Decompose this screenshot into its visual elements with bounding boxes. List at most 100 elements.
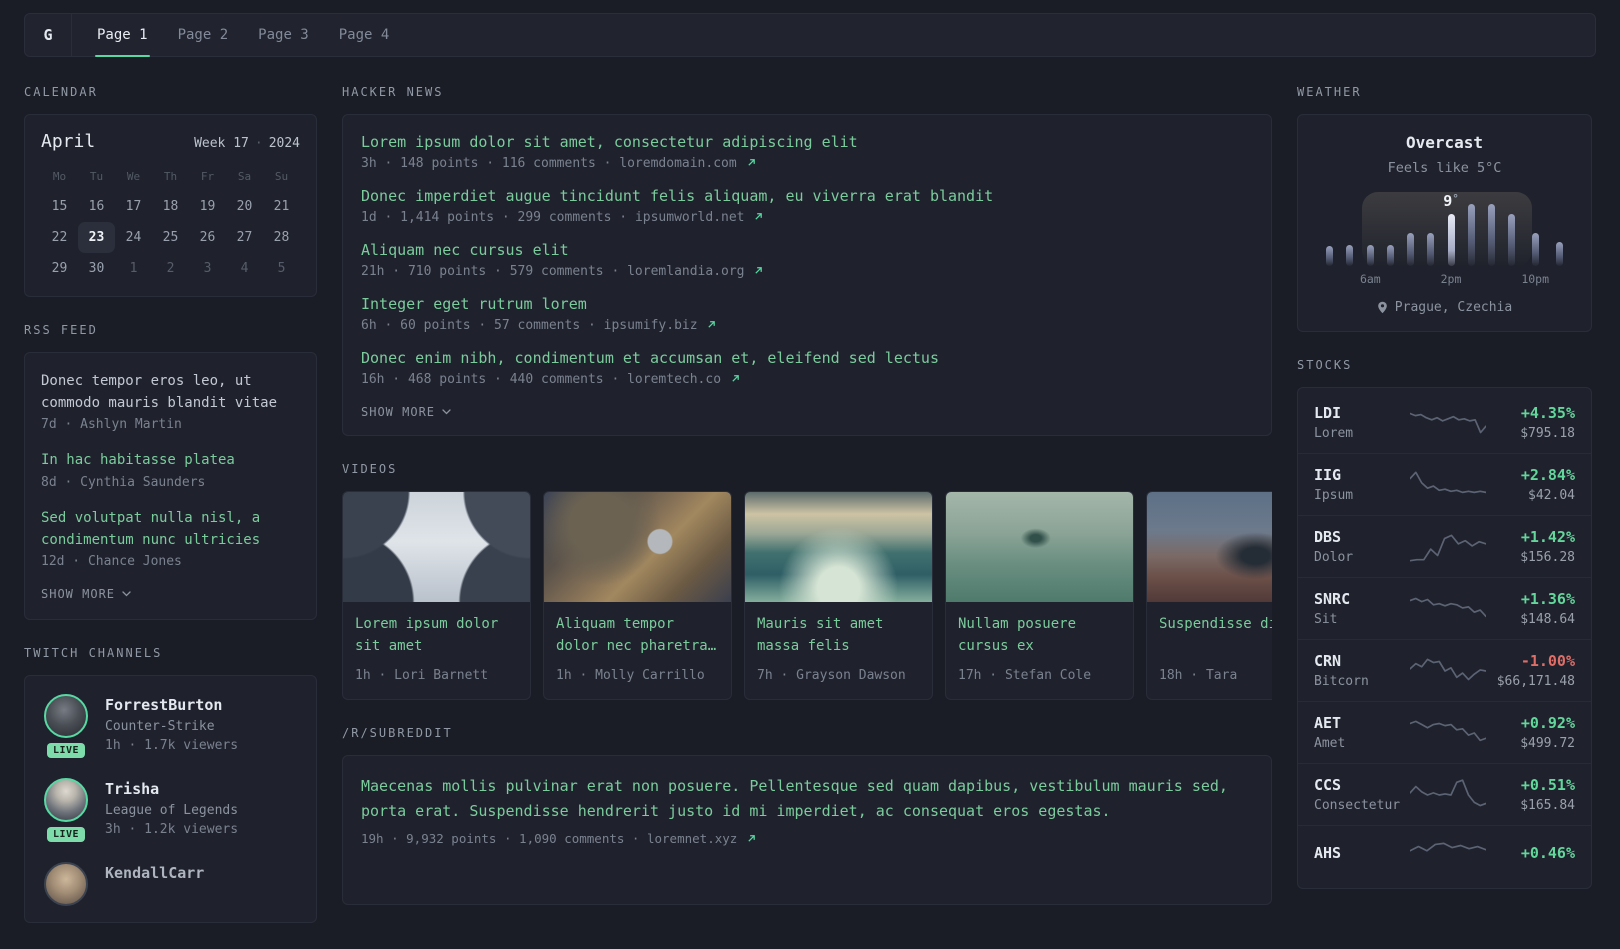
calendar-day: 28: [273, 230, 290, 245]
twitch-channel-row[interactable]: LIVE ForrestBurton Counter-Strike 1h · 1…: [41, 694, 300, 759]
twitch-heading: TWITCH CHANNELS: [24, 646, 163, 661]
calendar-day: 2: [166, 261, 175, 276]
stock-change: +0.46%: [1520, 844, 1575, 862]
reddit-card: Maecenas mollis pulvinar erat non posuer…: [342, 755, 1272, 905]
twitch-channel-row[interactable]: LIVE Trisha League of Legends 3h · 1.2k …: [41, 778, 300, 843]
video-thumbnail: [946, 492, 1133, 602]
stock-change: +2.84%: [1520, 466, 1575, 484]
video-meta: 1h · Lori Barnett: [355, 668, 489, 683]
stock-name: Amet: [1314, 736, 1346, 751]
calendar-widget: CALENDAR April Week 17 · 2024 Mo Tu We Th …: [24, 85, 317, 297]
calendar-day: 18: [162, 199, 179, 214]
hn-story: Aliquam nec cursus elit 21h · 710 points…: [361, 241, 1253, 279]
reddit-meta-text: 19h · 9,932 points · 1,090 comments ·: [361, 830, 640, 846]
temp-bar: [1346, 245, 1354, 266]
rss-item[interactable]: In hac habitasse platea 8d · Cynthia Sau…: [41, 450, 300, 490]
external-link-icon: [755, 213, 763, 220]
hn-show-more-button[interactable]: SHOW MORE: [361, 405, 1253, 419]
tab-page-3[interactable]: Page 3: [243, 14, 324, 56]
rss-item[interactable]: Donec tempor eros leo, ut commodo mauris…: [41, 371, 300, 432]
rss-item-title[interactable]: Sed volutpat nulla nisl, a condimentum n…: [41, 508, 300, 551]
calendar-day: 22: [51, 230, 68, 245]
rss-item-title[interactable]: In hac habitasse platea: [41, 450, 300, 472]
video-card[interactable]: Nullam posuere cursus ex 17h · Stefan Co…: [945, 491, 1134, 700]
hn-story-title[interactable]: Integer eget rutrum lorem: [361, 295, 1253, 313]
temp-bar: [1387, 245, 1395, 266]
calendar-day: 5: [277, 261, 286, 276]
external-link-icon: [708, 321, 716, 328]
hn-story-title[interactable]: Donec imperdiet augue tincidunt felis al…: [361, 187, 1253, 205]
rss-show-more-button[interactable]: SHOW MORE: [41, 587, 300, 601]
stock-row[interactable]: CCS Consectetur +0.51% $165.84: [1298, 763, 1591, 825]
hn-story-meta: 21h · 710 points · 579 comments · loreml…: [361, 264, 1253, 279]
stock-name: Ipsum: [1314, 488, 1354, 503]
stock-row[interactable]: IIG Ipsum +2.84% $42.04: [1298, 453, 1591, 515]
rss-item-meta: 8d · Cynthia Saunders: [41, 475, 206, 491]
stock-sparkline: [1409, 778, 1486, 806]
video-thumbnail: [745, 492, 932, 602]
stock-price: $66,171.48: [1496, 674, 1575, 689]
hn-story: Donec imperdiet augue tincidunt felis al…: [361, 187, 1253, 225]
dow-label: Fr: [200, 170, 215, 183]
hn-story-title[interactable]: Donec enim nibh, condimentum et accumsan…: [361, 349, 1253, 367]
hn-story-domain[interactable]: ipsumify.biz: [604, 318, 698, 333]
stock-name: Sit: [1314, 612, 1338, 627]
temp-bar: [1507, 214, 1515, 266]
hn-story-meta: 3h · 148 points · 116 comments · loremdo…: [361, 156, 1253, 171]
weather-heading: WEATHER: [1297, 85, 1362, 99]
reddit-post-domain[interactable]: loremnet.xyz: [647, 831, 737, 846]
hn-meta-text: 16h · 468 points · 440 comments ·: [361, 372, 620, 387]
tab-page-4[interactable]: Page 4: [324, 14, 405, 56]
stock-row[interactable]: CRN Bitcorn -1.00% $66,171.48: [1298, 639, 1591, 701]
stock-row[interactable]: DBS Dolor +1.42% $156.28: [1298, 515, 1591, 577]
separator-dot: ·: [254, 136, 263, 151]
hn-story-title[interactable]: Aliquam nec cursus elit: [361, 241, 1253, 259]
calendar-day-headers: Mo Tu We Th Fr Sa Su: [41, 170, 300, 183]
reddit-post-title[interactable]: Maecenas mollis pulvinar erat non posuer…: [361, 774, 1253, 824]
stock-price: $156.28: [1520, 550, 1575, 565]
video-card[interactable]: Aliquam tempor dolor nec pharetra… 1h · …: [543, 491, 732, 700]
stock-row[interactable]: AHS +0.46%: [1298, 825, 1591, 884]
hn-story-domain[interactable]: loremdomain.com: [619, 156, 736, 171]
video-card[interactable]: Lorem ipsum dolor sit amet consectetu… 1…: [342, 491, 531, 700]
app-logo[interactable]: G: [25, 14, 72, 56]
temp-bar: [1487, 204, 1495, 266]
hn-story-domain[interactable]: loremlandia.org: [627, 264, 744, 279]
temp-bar: [1555, 242, 1563, 266]
stock-price: $165.84: [1520, 798, 1575, 813]
video-meta: 17h · Stefan Cole: [958, 668, 1092, 683]
hn-story-meta: 16h · 468 points · 440 comments · loremt…: [361, 372, 1253, 387]
top-nav: G Page 1 Page 2 Page 3 Page 4: [24, 13, 1596, 57]
stock-price: $148.64: [1520, 612, 1575, 627]
chevron-down-icon: [122, 591, 131, 597]
hn-story-title[interactable]: Lorem ipsum dolor sit amet, consectetur …: [361, 133, 1253, 151]
stock-ticker: DBS: [1314, 528, 1342, 546]
stock-change: +0.51%: [1520, 776, 1575, 794]
stock-row[interactable]: AET Amet +0.92% $499.72: [1298, 701, 1591, 763]
stock-row[interactable]: LDI Lorem +4.35% $795.18: [1298, 392, 1591, 453]
rss-item-meta: 7d · Ashlyn Martin: [41, 417, 182, 433]
stock-ticker: AHS: [1314, 844, 1342, 862]
channel-game: Counter-Strike: [105, 719, 215, 735]
video-card[interactable]: Suspendisse diam 18h · Tara: [1146, 491, 1272, 700]
video-title: Mauris sit amet massa felis: [757, 616, 884, 654]
rss-item-title[interactable]: Donec tempor eros leo, ut commodo mauris…: [41, 371, 300, 414]
stocks-card: LDI Lorem +4.35% $795.18 IIG Ipsum +2.84% $4…: [1297, 387, 1592, 889]
rss-item[interactable]: Sed volutpat nulla nisl, a condimentum n…: [41, 508, 300, 569]
channel-game: League of Legends: [105, 803, 239, 819]
location-text: Prague, Czechia: [1394, 300, 1513, 315]
stock-ticker: AET: [1314, 714, 1342, 732]
tab-page-1[interactable]: Page 1: [82, 14, 163, 57]
calendar-day: 15: [51, 199, 68, 214]
stock-row[interactable]: SNRC Sit +1.36% $148.64: [1298, 577, 1591, 639]
video-card[interactable]: Mauris sit amet massa felis 7h · Grayson…: [744, 491, 933, 700]
calendar-year: 2024: [268, 136, 300, 151]
stock-price: $795.18: [1520, 426, 1575, 441]
hn-story-domain[interactable]: loremtech.co: [627, 372, 721, 387]
stock-sparkline: [1409, 720, 1486, 741]
hn-story-domain[interactable]: ipsumworld.net: [635, 210, 745, 225]
stock-change: -1.00%: [1520, 652, 1575, 670]
tab-page-2[interactable]: Page 2: [163, 14, 244, 56]
videos-heading: VIDEOS: [342, 462, 398, 476]
video-thumbnail: [544, 492, 731, 602]
